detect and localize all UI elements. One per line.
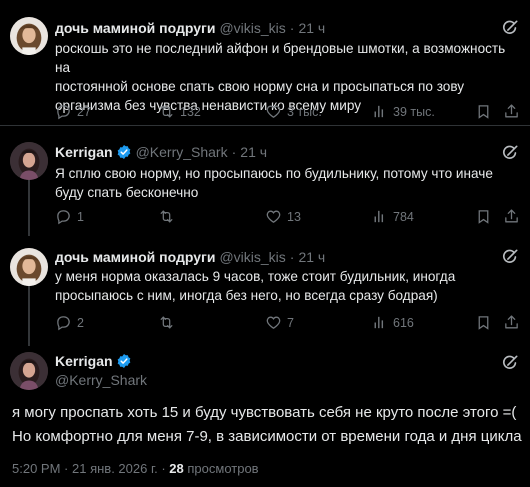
divider [0, 125, 530, 126]
tweet-text: я могу проспать хоть 15 и буду чувствова… [12, 404, 522, 445]
tweet-meta: 5:20 PM · 21 янв. 2026 г. · 28 просмотро… [12, 461, 259, 476]
retweet-icon [158, 208, 175, 225]
tweet-text: у меня норма оказалась 9 часов, тоже сто… [55, 269, 456, 303]
main-tweet: Kerrigan @Kerry_Shark я могу проспать хо… [0, 350, 530, 487]
timestamp[interactable]: 21 ч [240, 144, 267, 160]
action-bar: 2 7 616 [55, 314, 525, 334]
avatar[interactable] [10, 248, 48, 286]
retweet-button[interactable] [158, 314, 180, 331]
views-count: 28 [169, 461, 184, 476]
bookmark-icon [475, 103, 492, 120]
views-icon [371, 208, 388, 225]
verified-icon [116, 353, 132, 369]
author-handle[interactable]: @Kerry_Shark [136, 144, 228, 160]
retweet-count: 132 [180, 104, 201, 119]
post-date[interactable]: 21 янв. 2026 г. [72, 461, 158, 476]
reply-icon [55, 208, 72, 225]
tweet-1[interactable]: дочь маминой подруги @vikis_kis · 21 ч р… [0, 15, 530, 125]
reply-button[interactable]: 1 [55, 208, 84, 225]
author-handle[interactable]: @Kerry_Shark [55, 372, 147, 388]
share-icon [503, 314, 520, 331]
author-name[interactable]: Kerrigan [55, 144, 113, 160]
bookmark-button[interactable] [475, 314, 492, 331]
views-label: просмотров [187, 461, 259, 476]
tweet-header: Kerrigan @Kerry_Shark · 21 ч [55, 142, 267, 162]
like-icon [265, 314, 282, 331]
bookmark-button[interactable] [475, 103, 492, 120]
share-icon [503, 208, 520, 225]
tweet-text: Я сплю свою норму, но просыпаюсь по буди… [55, 166, 493, 200]
views-button[interactable]: 784 [371, 208, 414, 225]
share-button[interactable] [503, 103, 520, 120]
views-count: 616 [393, 315, 414, 330]
bookmark-button[interactable] [475, 208, 492, 225]
post-time[interactable]: 5:20 PM [12, 461, 60, 476]
separator-dot: · [289, 249, 295, 265]
action-bar: 1 13 784 [55, 208, 525, 228]
tweet-header: дочь маминой подруги @vikis_kis · 21 ч [55, 247, 325, 267]
grok-icon[interactable] [500, 247, 520, 267]
like-button[interactable]: 3 тыс. [265, 103, 322, 120]
tweet-2[interactable]: Kerrigan @Kerry_Shark · 21 ч Я сплю свою… [0, 140, 530, 235]
tweet-3[interactable]: дочь маминой подруги @vikis_kis · 21 ч у… [0, 246, 530, 338]
share-button[interactable] [503, 208, 520, 225]
bookmark-icon [475, 314, 492, 331]
author-handle[interactable]: @vikis_kis [219, 20, 285, 36]
like-count: 3 тыс. [287, 104, 322, 119]
separator-dot: · [64, 461, 72, 476]
like-icon [265, 103, 282, 120]
timestamp[interactable]: 21 ч [298, 20, 325, 36]
views-icon [371, 103, 388, 120]
author-handle[interactable]: @vikis_kis [219, 249, 285, 265]
reply-count: 2 [77, 315, 84, 330]
avatar[interactable] [10, 17, 48, 55]
reply-button[interactable]: 27 [55, 103, 91, 120]
reply-count: 1 [77, 209, 84, 224]
tweet-header: дочь маминой подруги @vikis_kis · 21 ч [55, 18, 325, 38]
avatar[interactable] [10, 352, 48, 390]
grok-icon[interactable] [500, 143, 520, 163]
like-icon [265, 208, 282, 225]
retweet-button[interactable] [158, 208, 180, 225]
verified-icon [116, 144, 132, 160]
separator-dot: · [231, 144, 237, 160]
author-name[interactable]: дочь маминой подруги [55, 20, 215, 36]
retweet-icon [158, 103, 175, 120]
share-icon [503, 103, 520, 120]
like-count: 13 [287, 209, 301, 224]
like-button[interactable]: 7 [265, 314, 294, 331]
reply-count: 27 [77, 104, 91, 119]
avatar[interactable] [10, 142, 48, 180]
views-count: 784 [393, 209, 414, 224]
grok-icon[interactable] [500, 353, 520, 373]
grok-icon[interactable] [500, 18, 520, 38]
retweet-button[interactable]: 132 [158, 103, 201, 120]
views-button[interactable]: 39 тыс. [371, 103, 435, 120]
views-count: 39 тыс. [393, 104, 435, 119]
author-name[interactable]: дочь маминой подруги [55, 249, 215, 265]
bookmark-icon [475, 208, 492, 225]
views-button[interactable]: 616 [371, 314, 414, 331]
author-name[interactable]: Kerrigan [55, 353, 113, 369]
timestamp[interactable]: 21 ч [298, 249, 325, 265]
reply-icon [55, 103, 72, 120]
like-count: 7 [287, 315, 294, 330]
separator-dot: · [289, 20, 295, 36]
reply-icon [55, 314, 72, 331]
share-button[interactable] [503, 314, 520, 331]
views-icon [371, 314, 388, 331]
like-button[interactable]: 13 [265, 208, 301, 225]
action-bar: 27 132 3 тыс. 39 тыс. [55, 103, 525, 123]
author-name-row: Kerrigan [55, 353, 132, 369]
reply-button[interactable]: 2 [55, 314, 84, 331]
retweet-icon [158, 314, 175, 331]
